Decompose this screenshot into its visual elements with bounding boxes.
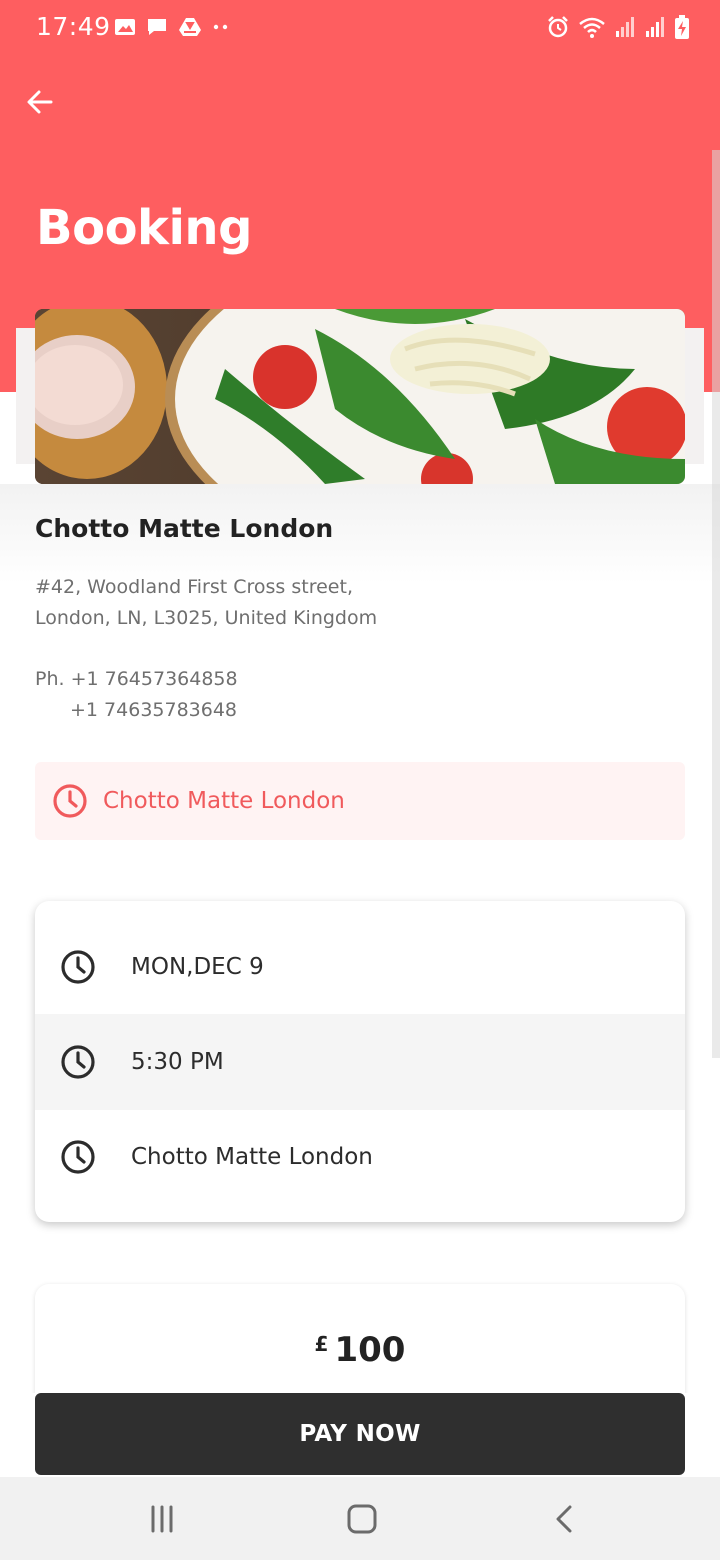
notice-banner: Chotto Matte London — [35, 762, 685, 840]
date-row[interactable]: MON,DEC 9 — [35, 919, 685, 1015]
notice-text: Chotto Matte London — [103, 788, 345, 814]
page-title: Booking — [36, 200, 252, 256]
phone-number[interactable]: +1 74635783648 — [70, 699, 237, 721]
system-navigation-bar — [0, 1477, 720, 1560]
restaurant-address: #42, Woodland First Cross street, London… — [35, 572, 377, 634]
arrow-left-icon — [27, 90, 53, 114]
location-row[interactable]: Chotto Matte London — [35, 1109, 685, 1205]
back-button[interactable] — [22, 84, 58, 120]
status-time: 17:49 — [36, 12, 111, 41]
booking-details-card: MON,DEC 9 5:30 PM Chotto Matte London — [35, 901, 685, 1222]
alarm-icon — [548, 16, 568, 38]
clock-icon — [53, 784, 87, 818]
address-line: London, LN, L3025, United Kingdom — [35, 607, 378, 629]
more-dots-icon — [213, 24, 228, 30]
drive-icon — [179, 18, 201, 36]
clock-icon — [61, 950, 95, 984]
message-icon — [148, 19, 166, 35]
scrollbar[interactable] — [712, 150, 720, 1058]
price-amount: 100 — [334, 1330, 406, 1370]
time-text: 5:30 PM — [131, 1049, 224, 1075]
price: £100 — [35, 1330, 685, 1370]
signal-icon — [616, 17, 634, 37]
image-icon — [115, 19, 135, 35]
location-text: Chotto Matte London — [131, 1144, 373, 1170]
date-text: MON,DEC 9 — [131, 954, 264, 980]
clock-icon — [61, 1045, 95, 1079]
recent-apps-button[interactable] — [140, 1497, 184, 1541]
restaurant-name: Chotto Matte London — [35, 514, 334, 543]
restaurant-image — [35, 309, 685, 484]
status-notification-icons — [114, 15, 230, 39]
home-icon — [347, 1504, 377, 1534]
signal-icon — [646, 17, 664, 37]
system-back-button[interactable] — [542, 1497, 586, 1541]
status-bar: 17:49 — [0, 0, 720, 56]
recent-apps-icon — [151, 1505, 173, 1533]
phone-number[interactable]: Ph. +1 76457364858 — [35, 668, 238, 690]
battery-charging-icon — [675, 15, 689, 39]
wifi-icon — [579, 17, 605, 38]
pay-now-button[interactable]: PAY NOW — [35, 1393, 685, 1475]
currency-symbol: £ — [314, 1332, 329, 1356]
status-system-icons — [546, 14, 690, 40]
address-line: #42, Woodland First Cross street, — [35, 576, 353, 598]
home-button[interactable] — [340, 1497, 384, 1541]
clock-icon — [61, 1140, 95, 1174]
back-chevron-icon — [556, 1505, 572, 1533]
time-row[interactable]: 5:30 PM — [35, 1014, 685, 1110]
